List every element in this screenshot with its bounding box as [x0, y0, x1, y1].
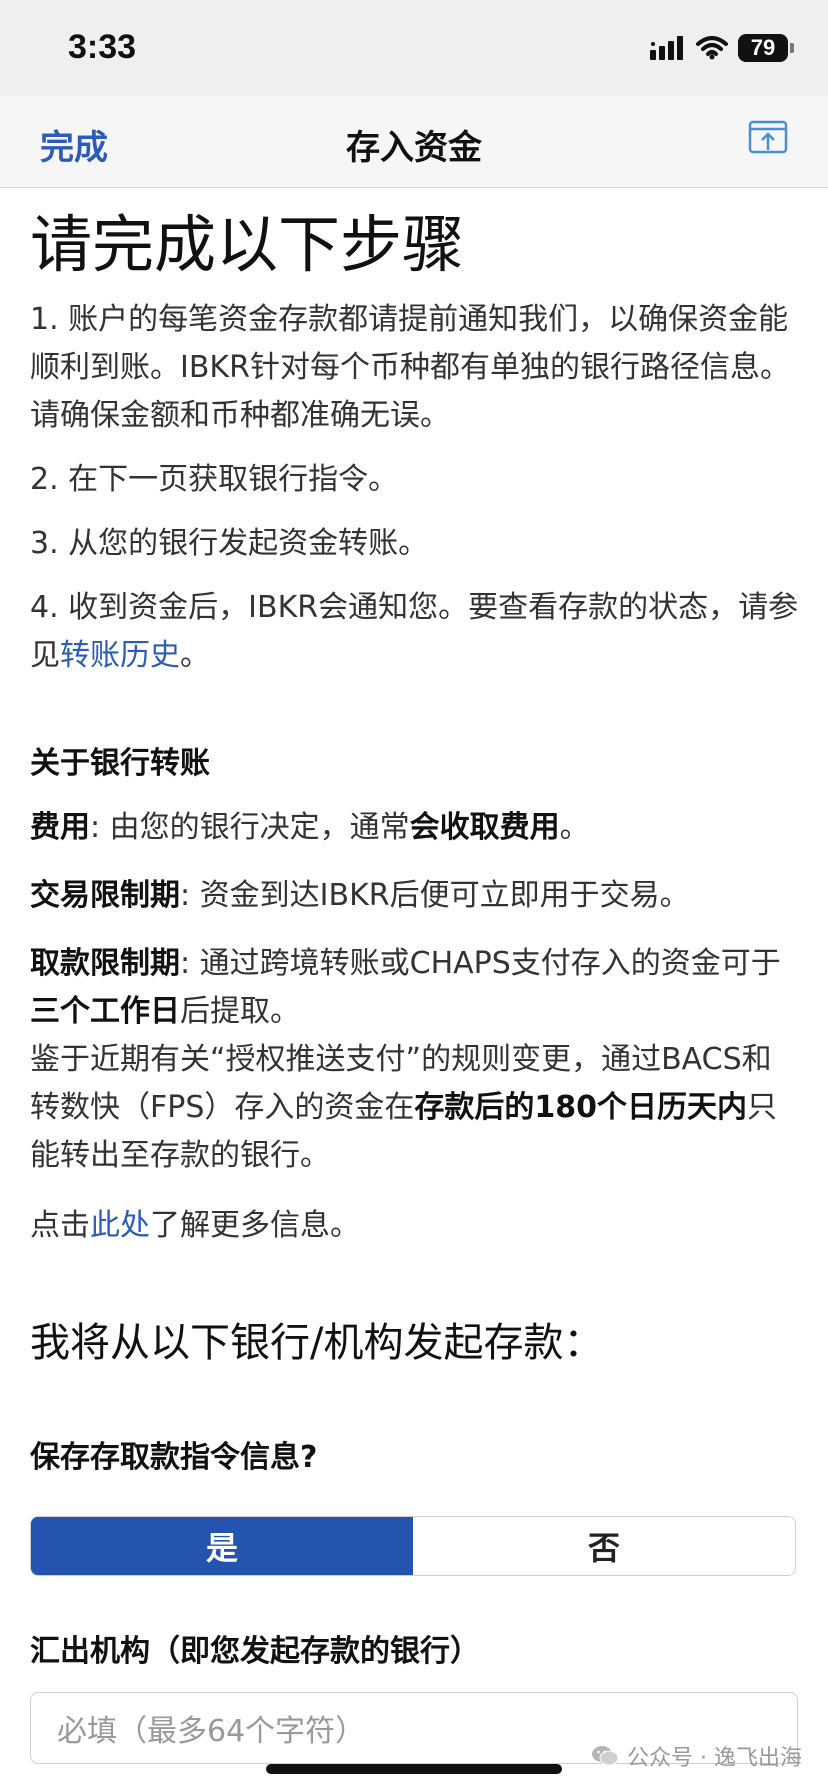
fees-end: 。: [559, 810, 590, 846]
home-indicator: [266, 1764, 562, 1774]
status-time: 3:33: [68, 28, 137, 66]
fees-bold: 会收取费用: [409, 810, 560, 846]
bank-heading: 我将从以下银行/机构发起存款：: [30, 1320, 604, 1367]
watermark-text: 公众号 · 逸飞出海: [627, 1746, 802, 1771]
wifi-icon: [696, 36, 728, 60]
nav-bar: 存入资金 完成: [0, 96, 828, 188]
main-content: 请完成以下步骤 1. 账户的每笔资金存款都请提前通知我们，以确保资金能顺利到账。…: [30, 188, 800, 1765]
page-title: 存入资金: [346, 128, 482, 168]
click-prefix: 点击: [30, 1208, 90, 1244]
status-icons: 79: [650, 34, 794, 62]
step-2: 2. 在下一页获取银行指令。: [30, 462, 399, 498]
withdraw-paragraph: 取款限制期: 通过跨境转账或CHAPS支付存入的资金可于三个工作日后提取。 鉴于近…: [30, 940, 800, 1180]
trade-text: : 资金到达IBKR后便可立即用于交易。: [180, 878, 690, 914]
bacs-bold: 存款后的180个日历天内: [414, 1090, 748, 1126]
done-button[interactable]: 完成: [40, 120, 108, 169]
wechat-icon: [592, 1746, 619, 1766]
withdraw-bold: 三个工作日: [30, 994, 180, 1030]
watermark: 公众号 · 逸飞出海: [591, 1740, 802, 1772]
fees-label: 费用: [30, 810, 90, 846]
step-4-end: 。: [180, 638, 210, 674]
withdraw-text: : 通过跨境转账或CHAPS支付存入的资金可于: [180, 946, 781, 982]
trade-label: 交易限制期: [30, 878, 180, 914]
toggle-yes-button[interactable]: 是: [31, 1517, 413, 1576]
trade-paragraph: 交易限制期: 资金到达IBKR后便可立即用于交易。: [30, 872, 800, 920]
withdraw-label: 取款限制期: [30, 946, 180, 982]
step-4: 4. 收到资金后，IBKR会通知您。要查看存款的状态，请参见转账历史。: [30, 584, 800, 680]
transfer-history-link[interactable]: 转账历史: [60, 638, 180, 673]
battery-tip: [790, 43, 794, 53]
step-1: 1. 账户的每笔资金存款都请提前通知我们，以确保资金能顺利到账。IBKR针对每个…: [30, 302, 790, 434]
save-toggle: 是 否: [30, 1516, 796, 1577]
withdraw-end: 后提取。: [180, 994, 300, 1030]
institution-label: 汇出机构（即您发起存款的银行）: [30, 1634, 480, 1670]
more-info-paragraph: 点击此处了解更多信息。: [30, 1202, 800, 1250]
fees-paragraph: 费用: 由您的银行决定，通常会收取费用。: [30, 804, 800, 852]
status-bar: 3:33 79: [0, 0, 828, 96]
toggle-no-button[interactable]: 否: [413, 1517, 795, 1576]
battery-icon: 79: [738, 34, 788, 62]
here-link[interactable]: 此处: [90, 1208, 150, 1243]
about-bank-transfer-title: 关于银行转账: [30, 746, 210, 782]
step-3: 3. 从您的银行发起资金转账。: [30, 526, 429, 562]
steps-heading: 请完成以下步骤: [30, 208, 465, 281]
save-instructions-question: 保存存取款指令信息?: [30, 1440, 318, 1476]
fees-text: : 由您的银行决定，通常: [90, 810, 410, 846]
share-icon[interactable]: [748, 118, 788, 158]
signal-icon: [650, 36, 683, 60]
click-suffix: 了解更多信息。: [150, 1208, 360, 1244]
